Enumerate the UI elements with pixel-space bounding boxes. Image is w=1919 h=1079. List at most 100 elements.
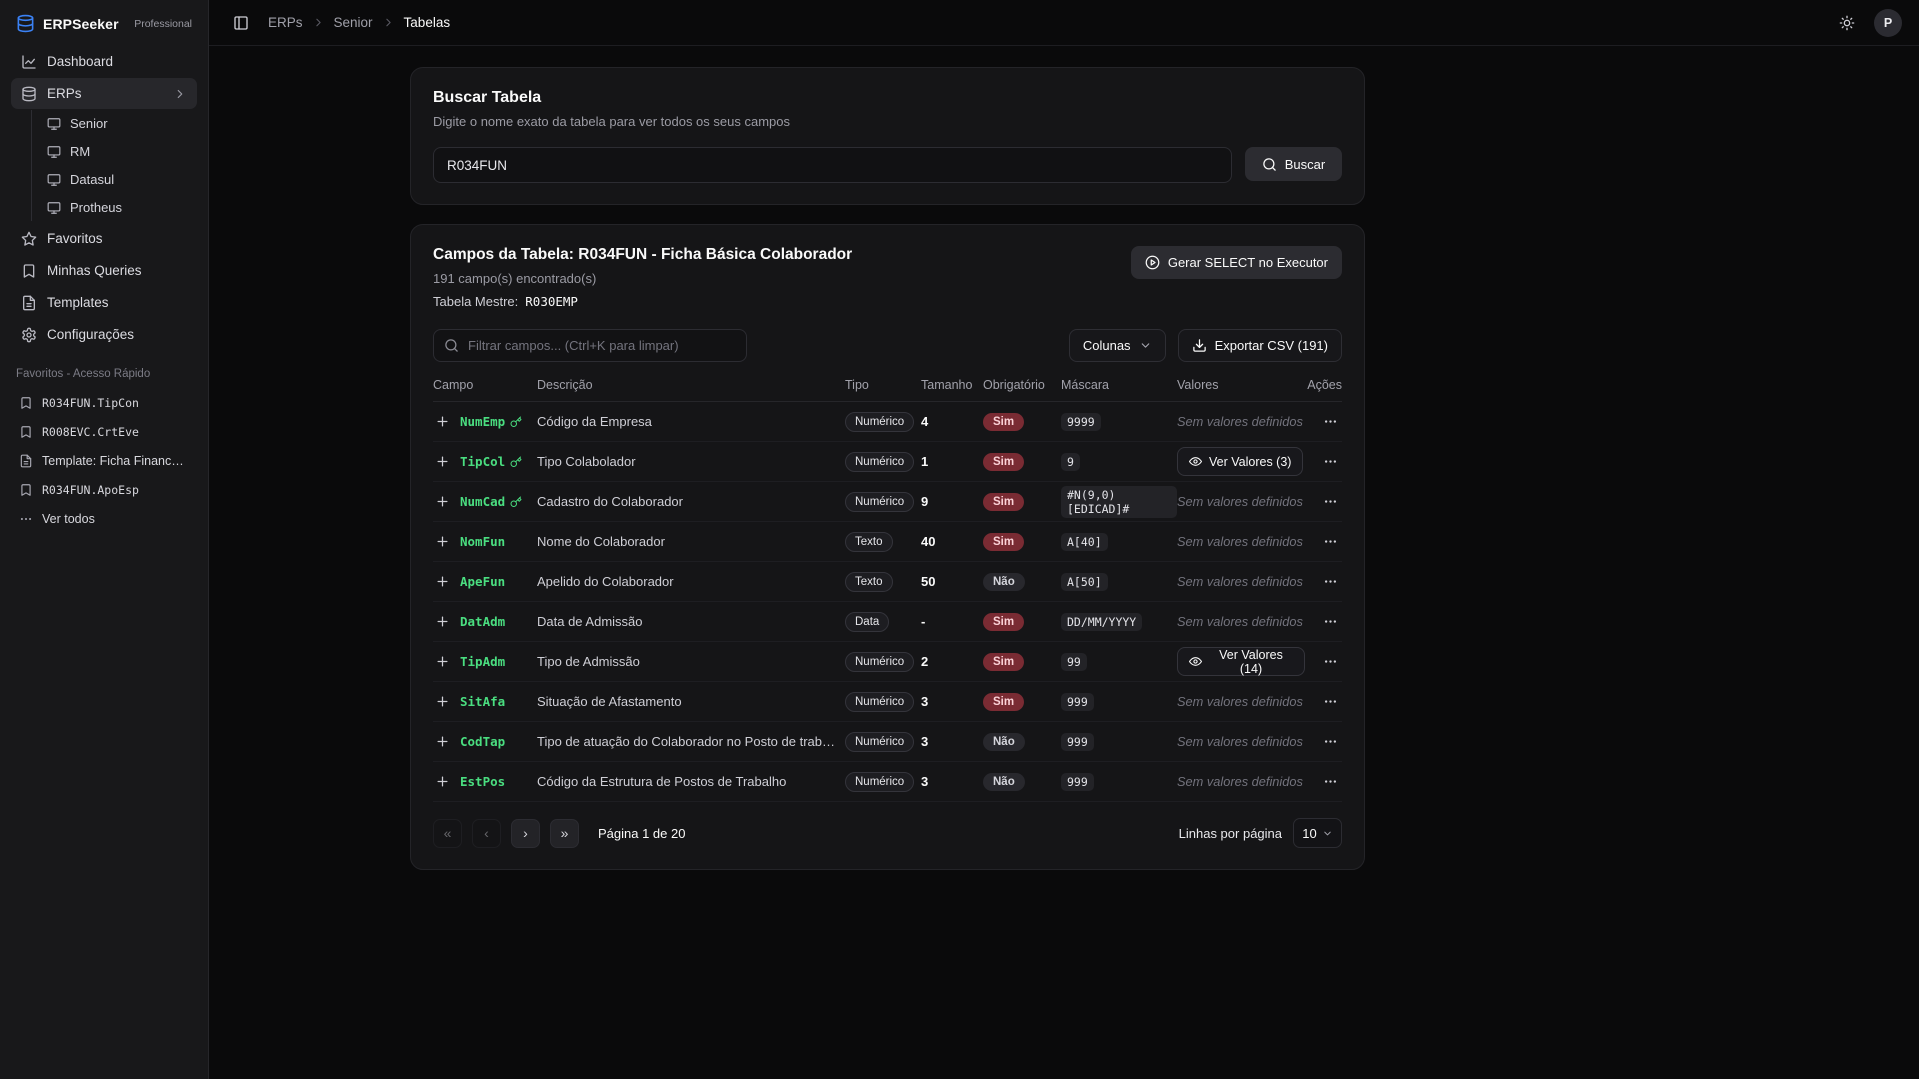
table-search-input[interactable] <box>433 147 1232 183</box>
mask-value: 999 <box>1061 733 1094 751</box>
table-body: NumEmp Código da Empresa Numérico 4 Sim … <box>433 402 1342 802</box>
sidebar-item-favoritos[interactable]: Favoritos <box>11 223 197 254</box>
ver-valores-button[interactable]: Ver Valores (14) <box>1177 647 1305 676</box>
breadcrumb-item-senior[interactable]: Senior <box>334 15 373 30</box>
buscar-button[interactable]: Buscar <box>1245 147 1342 181</box>
next-page-button[interactable]: › <box>511 819 540 848</box>
table-row: CodTap Tipo de atuação do Colaborador no… <box>433 722 1342 762</box>
expand-row-button[interactable] <box>433 533 451 551</box>
expand-row-button[interactable] <box>433 733 451 751</box>
user-avatar[interactable]: P <box>1874 9 1902 37</box>
ellipsis-icon <box>1323 454 1338 469</box>
column-header-descricao: Descrição <box>537 378 845 392</box>
expand-row-button[interactable] <box>433 693 451 711</box>
row-actions-button[interactable] <box>1318 410 1342 434</box>
field-size: 1 <box>921 454 983 469</box>
type-badge: Numérico <box>845 492 914 512</box>
required-badge: Sim <box>983 453 1024 471</box>
row-actions-button[interactable] <box>1318 570 1342 594</box>
breadcrumb-item-erps[interactable]: ERPs <box>268 15 303 30</box>
expand-row-button[interactable] <box>433 653 451 671</box>
type-badge: Texto <box>845 532 893 552</box>
row-actions-button[interactable] <box>1318 610 1342 634</box>
row-actions-button[interactable] <box>1318 450 1342 474</box>
generate-select-button[interactable]: Gerar SELECT no Executor <box>1131 246 1342 279</box>
no-values-text: Sem valores definidos <box>1177 734 1303 749</box>
quick-item-r034fun-tipcon[interactable]: R034FUN.TipCon <box>11 388 197 417</box>
field-size: 9 <box>921 494 983 509</box>
rows-per-page-select[interactable]: 10 <box>1293 818 1342 848</box>
ellipsis-icon <box>1323 774 1338 789</box>
sidebar-item-dashboard[interactable]: Dashboard <box>11 46 197 77</box>
expand-row-button[interactable] <box>433 613 451 631</box>
fields-card-title: Campos da Tabela: R034FUN - Ficha Básica… <box>433 246 852 264</box>
quick-item-r034fun-apoesp[interactable]: R034FUN.ApoEsp <box>11 475 197 504</box>
sidebar-item-protheus[interactable]: Protheus <box>39 194 197 221</box>
columns-dropdown-button[interactable]: Colunas <box>1069 329 1166 362</box>
row-actions-button[interactable] <box>1318 650 1342 674</box>
quick-item-label: R008EVC.CrtEve <box>42 425 139 439</box>
sidebar-item-datasul[interactable]: Datasul <box>39 166 197 193</box>
sidebar-toggle-button[interactable] <box>226 8 256 38</box>
sidebar-item-senior[interactable]: Senior <box>39 110 197 137</box>
ver-todos-link[interactable]: Ver todos <box>11 504 197 533</box>
plus-icon <box>435 414 450 429</box>
sidebar-item-erps[interactable]: ERPs <box>11 78 197 109</box>
field-description: Nome do Colaborador <box>537 534 845 549</box>
master-table-line: Tabela Mestre: R030EMP <box>433 294 852 309</box>
ellipsis-icon <box>1323 414 1338 429</box>
field-name: NumEmp <box>460 414 522 429</box>
filter-field-wrap <box>433 329 747 362</box>
ellipsis-icon <box>1323 614 1338 629</box>
main-area: ERPs Senior Tabelas P Buscar Tabela Digi… <box>209 0 1919 1079</box>
row-actions-button[interactable] <box>1318 730 1342 754</box>
ver-valores-label: Ver Valores (3) <box>1209 455 1291 469</box>
sidebar-item-templates[interactable]: Templates <box>11 287 197 318</box>
table-row: SitAfa Situação de Afastamento Numérico … <box>433 682 1342 722</box>
expand-row-button[interactable] <box>433 453 451 471</box>
export-csv-button[interactable]: Exportar CSV (191) <box>1178 329 1342 362</box>
row-actions-button[interactable] <box>1318 490 1342 514</box>
sidebar-item-label: Templates <box>47 295 109 310</box>
row-actions-button[interactable] <box>1318 530 1342 554</box>
expand-row-button[interactable] <box>433 413 451 431</box>
mask-value: 99 <box>1061 653 1087 671</box>
required-badge: Sim <box>983 653 1024 671</box>
ver-valores-button[interactable]: Ver Valores (3) <box>1177 447 1303 476</box>
expand-row-button[interactable] <box>433 773 451 791</box>
first-page-button[interactable]: « <box>433 819 462 848</box>
field-description: Código da Estrutura de Postos de Trabalh… <box>537 774 845 789</box>
sidebar-item-minhas-queries[interactable]: Minhas Queries <box>11 255 197 286</box>
column-header-obrigatorio: Obrigatório <box>983 378 1061 392</box>
quick-item-r008evc-crteve[interactable]: R008EVC.CrtEve <box>11 417 197 446</box>
field-name: EstPos <box>460 774 505 789</box>
required-badge: Sim <box>983 413 1024 431</box>
row-actions-button[interactable] <box>1318 770 1342 794</box>
field-description: Código da Empresa <box>537 414 845 429</box>
filter-fields-input[interactable] <box>433 329 747 362</box>
last-page-button[interactable]: » <box>550 819 579 848</box>
quick-item-template-ficha-financeira[interactable]: Template: Ficha Financeira ... <box>11 446 197 475</box>
no-values-text: Sem valores definidos <box>1177 774 1303 789</box>
sidebar-item-label: Protheus <box>70 200 122 215</box>
quick-access-list: R034FUN.TipCon R008EVC.CrtEve Template: … <box>11 388 197 533</box>
table-row: ApeFun Apelido do Colaborador Texto 50 N… <box>433 562 1342 602</box>
expand-row-button[interactable] <box>433 573 451 591</box>
topbar: ERPs Senior Tabelas P <box>209 0 1919 46</box>
expand-row-button[interactable] <box>433 493 451 511</box>
chevron-right-icon <box>173 87 187 101</box>
sidebar-item-rm[interactable]: RM <box>39 138 197 165</box>
key-icon <box>510 416 522 428</box>
ellipsis-icon <box>19 512 33 526</box>
required-badge: Sim <box>983 693 1024 711</box>
field-name: NomFun <box>460 534 505 549</box>
table-row: TipAdm Tipo de Admissão Numérico 2 Sim 9… <box>433 642 1342 682</box>
no-values-text: Sem valores definidos <box>1177 694 1303 709</box>
field-size: 3 <box>921 774 983 789</box>
sidebar-item-configuracoes[interactable]: Configurações <box>11 319 197 350</box>
field-name: TipAdm <box>460 654 505 669</box>
theme-toggle-button[interactable] <box>1832 8 1862 38</box>
prev-page-button[interactable]: ‹ <box>472 819 501 848</box>
row-actions-button[interactable] <box>1318 690 1342 714</box>
quick-item-label: R034FUN.TipCon <box>42 396 139 410</box>
